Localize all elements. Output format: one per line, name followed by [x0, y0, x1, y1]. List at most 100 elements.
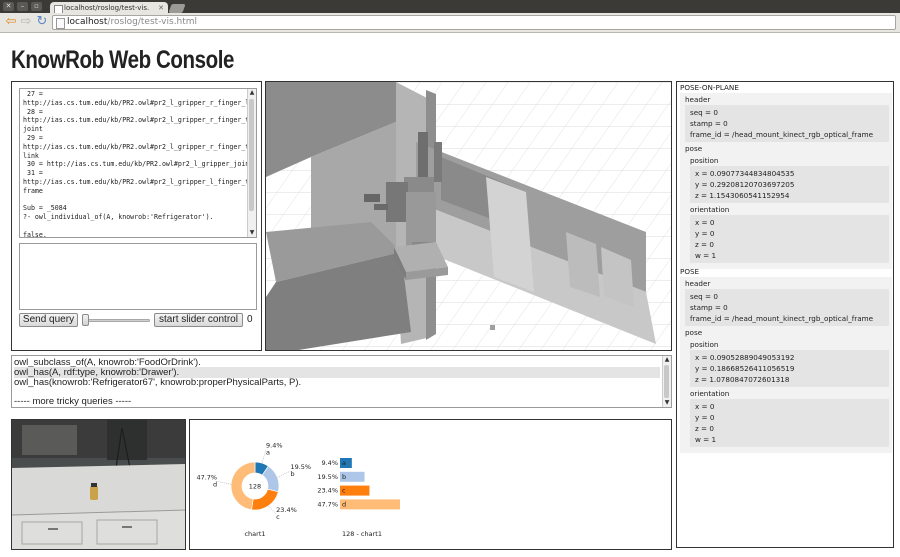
position-label: position [690, 156, 719, 165]
scroll-thumb[interactable] [249, 99, 254, 211]
reload-icon[interactable]: ↻ [34, 14, 50, 30]
pose-panel: POSE-ON-PLANE header seq = 0 stamp = 0 f… [676, 81, 894, 548]
scroll-thumb[interactable] [664, 365, 669, 398]
console-line: 28 = [23, 107, 43, 116]
position-z: z = 1.1543060541152954 [695, 191, 790, 200]
console-line: http://ias.cs.tum.edu/kb/PR2.owl#pr2_l_g… [23, 98, 257, 107]
3d-visualization-canvas[interactable] [265, 81, 672, 351]
url-bar[interactable]: localhost/roslog/test-vis.html [52, 15, 896, 30]
console-line: http://ias.cs.tum.edu/kb/PR2.owl#pr2_l_g… [23, 142, 257, 151]
console-line: joint [23, 125, 43, 134]
bar-category-label: b [342, 473, 346, 481]
pie-category-label: c [276, 513, 280, 521]
scroll-up-icon[interactable]: ▲ [248, 89, 256, 97]
position-z: z = 1.0780847072601318 [695, 375, 790, 384]
forward-arrow-icon[interactable]: ⇨ [18, 14, 34, 30]
position-x: x = 0.09077344834804535 [695, 169, 795, 178]
back-arrow-icon[interactable]: ⇦ [3, 14, 19, 30]
bar-value-label: 19.5% [317, 473, 338, 481]
query-slider-handle[interactable] [82, 314, 89, 326]
query-library-list[interactable]: owl_subclass_of(A, knowrob:'FoodOrDrink'… [11, 355, 672, 408]
bar-value-label: 23.4% [317, 487, 338, 495]
page-title: KnowRob Web Console [11, 46, 235, 74]
pie-chart-title: chart1 [244, 530, 265, 538]
position-x: x = 0.09052889049053192 [695, 353, 795, 362]
send-query-button[interactable]: Send query [19, 313, 78, 327]
console-scrollbar[interactable]: ▲ ▼ [247, 89, 256, 237]
console-line: 27 = [23, 90, 43, 98]
start-slider-control-button[interactable]: start slider control [154, 313, 243, 327]
3d-scene [266, 82, 671, 350]
pose-label: pose [685, 328, 703, 337]
orientation-label: orientation [690, 389, 730, 398]
seq-value: seq = 0 [690, 108, 718, 117]
console-line: Sub = _5084 [23, 204, 67, 213]
pose-on-plane-title: POSE-ON-PLANE [680, 83, 739, 92]
bar-category-label: c [342, 487, 346, 495]
bar-value-label: 9.4% [321, 459, 338, 467]
orientation-w: w = 1 [695, 251, 717, 260]
console-line: frame [23, 186, 43, 195]
orientation-block [690, 215, 889, 263]
console-line: false. [23, 230, 47, 238]
close-window-icon[interactable]: ✕ [3, 2, 14, 11]
object-marker [490, 325, 495, 330]
position-y: y = 0.29208120703697205 [695, 180, 795, 189]
pie-category-label: b [290, 470, 294, 478]
scroll-up-icon[interactable]: ▲ [663, 356, 671, 364]
pie-slice-c [251, 488, 279, 511]
orientation-block [690, 399, 889, 447]
scroll-down-icon[interactable]: ▼ [248, 229, 256, 237]
query-library-item[interactable]: ----- more tricky queries ----- [14, 396, 660, 407]
header-label: header [685, 279, 711, 288]
maximize-window-icon[interactable]: ▫ [31, 2, 42, 11]
position-label: position [690, 340, 719, 349]
seq-value: seq = 0 [690, 292, 718, 301]
frame-id-value: frame_id = /head_mount_kinect_rgb_optica… [690, 130, 874, 139]
slider-value: 0 [247, 314, 253, 325]
bar-category-label: a [342, 459, 346, 467]
orientation-y: y = 0 [695, 229, 715, 238]
camera-image [11, 419, 186, 550]
pose-label: pose [685, 144, 703, 153]
pie-category-label: a [266, 449, 270, 457]
scroll-down-icon[interactable]: ▼ [663, 399, 671, 407]
pie-leader-line [217, 481, 232, 485]
stamp-value: stamp = 0 [690, 119, 728, 128]
orientation-x: x = 0 [695, 218, 715, 227]
console-line: http://ias.cs.tum.edu/kb/PR2.owl#pr2_l_g… [23, 177, 257, 186]
orientation-label: orientation [690, 205, 730, 214]
orientation-z: z = 0 [695, 240, 714, 249]
orientation-w: w = 1 [695, 435, 717, 444]
orientation-z: z = 0 [695, 424, 714, 433]
food-package [90, 486, 98, 500]
bar-value-label: 47.7% [317, 500, 338, 508]
charts-panel: 9.4% a 19.5% b 23.4% c 47.7% d 128 chart1 9.4% a 19.… [189, 419, 672, 550]
table-surface [12, 464, 185, 515]
position-y: y = 0.18668526411056519 [695, 364, 795, 373]
console-line: http://ias.cs.tum.edu/kb/PR2.owl#pr2_l_g… [23, 116, 257, 125]
console-output[interactable]: 27 = http://ias.cs.tum.edu/kb/PR2.owl#pr2… [19, 88, 257, 238]
charts-svg: 9.4%a19.5%b23.4%c47.7%d 128chart19.4% a19.… [196, 442, 400, 538]
minimize-window-icon[interactable]: – [17, 2, 28, 11]
console-line: 31 = [23, 169, 43, 178]
frame-id-value: frame_id = /head_mount_kinect_rgb_optica… [690, 314, 874, 323]
page-icon [56, 18, 65, 29]
query-list-scrollbar[interactable]: ▲ ▼ [662, 356, 671, 407]
pie-center-label: 128 [249, 483, 261, 491]
orientation-y: y = 0 [695, 413, 715, 422]
pie-category-label: d [213, 480, 217, 488]
query-slider[interactable] [83, 319, 150, 322]
camera-scene [12, 420, 185, 549]
header-label: header [685, 95, 711, 104]
pose-title: POSE [680, 267, 700, 276]
query-input[interactable] [19, 243, 257, 310]
bar-d [340, 499, 400, 510]
pie-leader-line [277, 470, 291, 478]
console-line: link [23, 151, 39, 160]
bar-category-label: d [342, 500, 346, 508]
console-line: 30 = http://ias.cs.tum.edu/kb/PR2.owl#pr… [23, 160, 254, 169]
pie-leader-line [268, 505, 277, 515]
